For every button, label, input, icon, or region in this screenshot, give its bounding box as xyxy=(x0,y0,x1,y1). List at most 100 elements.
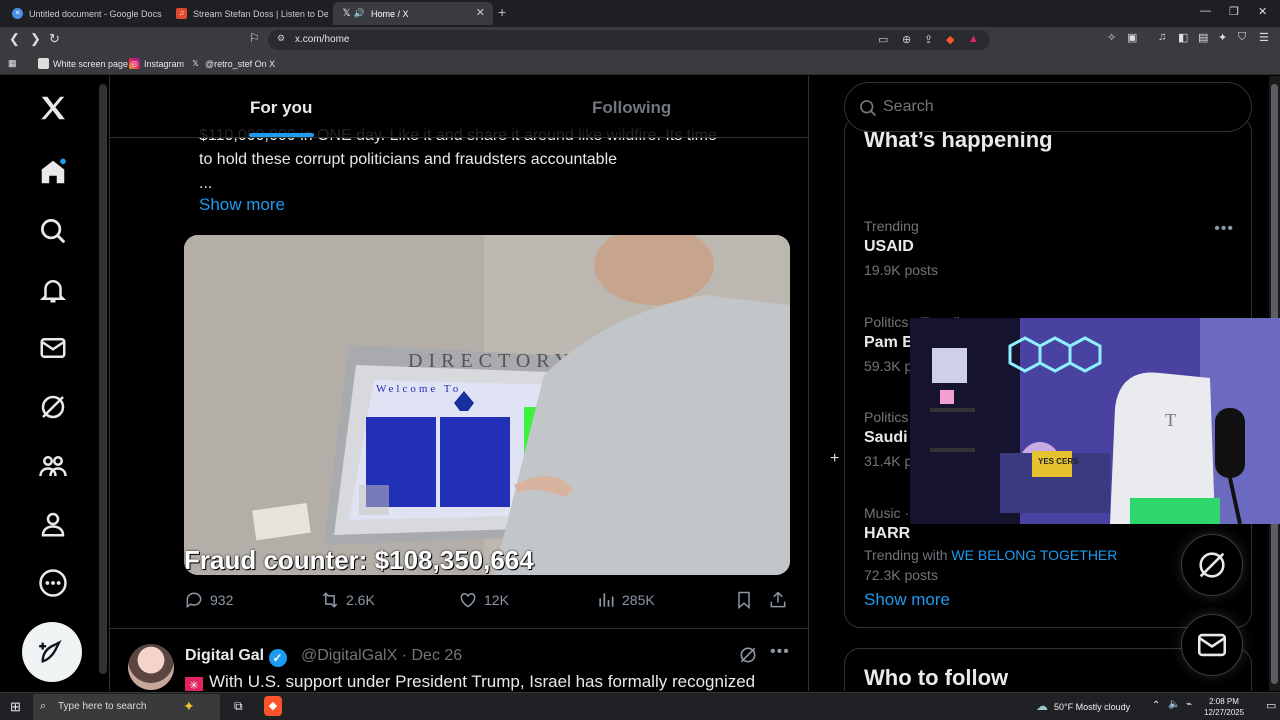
x-logo-icon[interactable] xyxy=(33,88,73,128)
forward-icon[interactable]: ❯ xyxy=(30,31,41,47)
tab-following[interactable]: Following xyxy=(592,98,671,118)
tab-label: Home / X xyxy=(371,8,409,19)
more-icon[interactable] xyxy=(33,563,73,603)
more-options-icon[interactable]: ••• xyxy=(770,643,790,661)
trend-item[interactable]: Trending USAID 19.9K posts ••• xyxy=(864,218,1234,278)
home-icon[interactable] xyxy=(33,152,73,192)
post-text-ellipsis: ... xyxy=(199,175,213,192)
brave-browser-icon[interactable]: ◆ xyxy=(264,696,282,716)
post-actions: 932 2.6K 12K 285K xyxy=(184,590,790,614)
weather-icon: ☁ xyxy=(1036,699,1048,713)
clock[interactable]: 2:08 PM 12/27/2025 xyxy=(1204,696,1244,718)
url-text[interactable]: x.com/home xyxy=(295,34,349,45)
brave-rewards-icon[interactable]: ▲ xyxy=(968,33,979,45)
next-post[interactable]: Digital Gal ✓ @DigitalGalX · Dec 26 ••• … xyxy=(110,628,808,691)
trend-extra-label: Trending with xyxy=(864,547,948,563)
reader-mode-icon[interactable]: ▭ xyxy=(878,33,888,46)
views-count: 285K xyxy=(622,592,655,608)
reply-icon xyxy=(186,592,202,609)
post-video[interactable]: DIRECTORY Welcome To Fraud counter: $108… xyxy=(184,235,790,575)
back-icon[interactable]: ❮ xyxy=(9,31,20,47)
video-frame: DIRECTORY Welcome To xyxy=(184,235,790,575)
bookmark-icon xyxy=(738,591,750,610)
reload-icon[interactable]: ↻ xyxy=(49,31,60,47)
crosshair-cursor-icon: + xyxy=(830,450,840,467)
google-docs-icon: ≡ xyxy=(12,8,23,19)
tab-home-x[interactable]: 𝕏 🔊 Home / X ✕ xyxy=(333,2,493,25)
share-button[interactable] xyxy=(768,590,794,610)
minimize-icon[interactable]: — xyxy=(1200,5,1211,17)
wallet-icon[interactable]: ▣ xyxy=(1127,31,1137,44)
search-icon xyxy=(860,100,877,117)
bookmarks-bar: ▦ White screen page ◎ Instagram 𝕏 @retro… xyxy=(0,53,1280,75)
network-icon[interactable]: ⌁ xyxy=(1186,699,1192,710)
brave-shield-icon[interactable]: ◆ xyxy=(946,33,954,46)
explore-icon[interactable] xyxy=(33,211,73,251)
weather-text[interactable]: 50°F Mostly cloudy xyxy=(1054,702,1130,712)
site-info-icon[interactable]: ⚙ xyxy=(277,33,285,44)
windows-start-icon[interactable]: ⊞ xyxy=(10,699,21,715)
extensions-icon[interactable]: ✧ xyxy=(1107,31,1116,44)
search-box[interactable]: Search xyxy=(844,82,1252,132)
messages-fab-button[interactable] xyxy=(1181,614,1243,676)
bookmark-white-screen[interactable]: White screen page xyxy=(38,58,128,69)
like-button[interactable]: 12K xyxy=(458,590,509,610)
repost-button[interactable]: 2.6K xyxy=(320,590,375,610)
share-icon[interactable]: ⇪ xyxy=(924,33,933,46)
sidebar-icon[interactable]: ◧ xyxy=(1178,31,1188,44)
bookmark-label: @retro_stef On X xyxy=(205,58,276,69)
directory-sign: DIRECTORY xyxy=(408,350,575,372)
tab-google-docs[interactable]: ≡ Untitled document - Google Docs xyxy=(4,2,164,25)
apps-grid-icon[interactable]: ▦ xyxy=(8,58,17,69)
tab-stream-stefan-doss[interactable]: ♫ Stream Stefan Doss | Listen to Decen xyxy=(168,2,328,25)
close-window-icon[interactable]: ✕ xyxy=(1258,5,1267,18)
bookmark-icon[interactable]: ⚐ xyxy=(249,31,260,45)
left-scrollbar[interactable] xyxy=(99,84,107,674)
communities-icon[interactable] xyxy=(33,446,73,486)
media-icon[interactable]: ♫ xyxy=(1158,31,1166,43)
tabs-icon[interactable]: ▤ xyxy=(1198,31,1208,44)
clock-date: 12/27/2025 xyxy=(1204,708,1245,717)
grok-icon[interactable] xyxy=(33,387,73,427)
compose-post-button[interactable] xyxy=(22,622,82,682)
speaker-icon: 🔊 xyxy=(353,8,366,18)
restore-icon[interactable]: ❐ xyxy=(1229,5,1239,18)
notifications-icon[interactable] xyxy=(33,270,73,310)
trend-extra-link[interactable]: WE BELONG TOGETHER xyxy=(951,547,1117,563)
music-site-icon: ♫ xyxy=(176,8,187,19)
active-tab-indicator xyxy=(249,133,314,137)
author-name[interactable]: Digital Gal ✓ xyxy=(185,647,287,667)
tab-label: Stream Stefan Doss | Listen to Decen xyxy=(193,8,328,19)
chevron-up-icon[interactable]: ⌃ xyxy=(1152,700,1160,711)
tab-for-you[interactable]: For you xyxy=(250,98,312,118)
taskbar-search[interactable]: ⌕ Type here to search ✦ xyxy=(33,694,220,720)
profile-icon[interactable] xyxy=(33,504,73,544)
more-options-icon[interactable]: ••• xyxy=(1214,220,1234,238)
zoom-icon[interactable]: ⊕ xyxy=(902,33,911,46)
close-tab-icon[interactable]: ✕ xyxy=(476,6,485,19)
volume-icon[interactable]: 🔈 xyxy=(1168,699,1180,710)
vpn-icon[interactable]: ⛉ xyxy=(1238,31,1246,44)
grok-fab-button[interactable] xyxy=(1181,534,1243,596)
menu-icon[interactable]: ☰ xyxy=(1259,31,1269,44)
reply-button[interactable]: 932 xyxy=(184,590,233,610)
new-tab-button[interactable]: + xyxy=(498,4,506,20)
avatar[interactable] xyxy=(128,644,174,690)
video-caption: Fraud counter: $108,350,664 xyxy=(184,545,534,575)
bookmark-button[interactable] xyxy=(734,590,760,610)
author-handle[interactable]: @DigitalGalX · Dec 26 xyxy=(301,647,462,665)
taskbar-search-input[interactable]: Type here to search xyxy=(58,701,146,712)
bookmark-label: White screen page xyxy=(53,58,129,69)
leo-icon[interactable]: ✦ xyxy=(1218,31,1227,44)
grok-icon[interactable] xyxy=(738,645,758,670)
bookmark-instagram[interactable]: ◎ Instagram xyxy=(129,58,184,69)
notifications-icon[interactable]: ▭ xyxy=(1266,699,1276,712)
task-view-icon[interactable]: ⧉ xyxy=(234,699,243,714)
views-button[interactable]: 285K xyxy=(596,590,655,610)
trends-show-more-link[interactable]: Show more xyxy=(864,590,950,610)
show-more-link[interactable]: Show more xyxy=(199,195,285,215)
search-input[interactable]: Search xyxy=(883,98,934,116)
bookmark-retro-stef[interactable]: 𝕏 @retro_stef On X xyxy=(190,58,275,69)
messages-icon[interactable] xyxy=(33,328,73,368)
address-bar[interactable]: ⚙ x.com/home ▭ ⊕ ⇪ ◆ ▲ xyxy=(268,30,990,50)
